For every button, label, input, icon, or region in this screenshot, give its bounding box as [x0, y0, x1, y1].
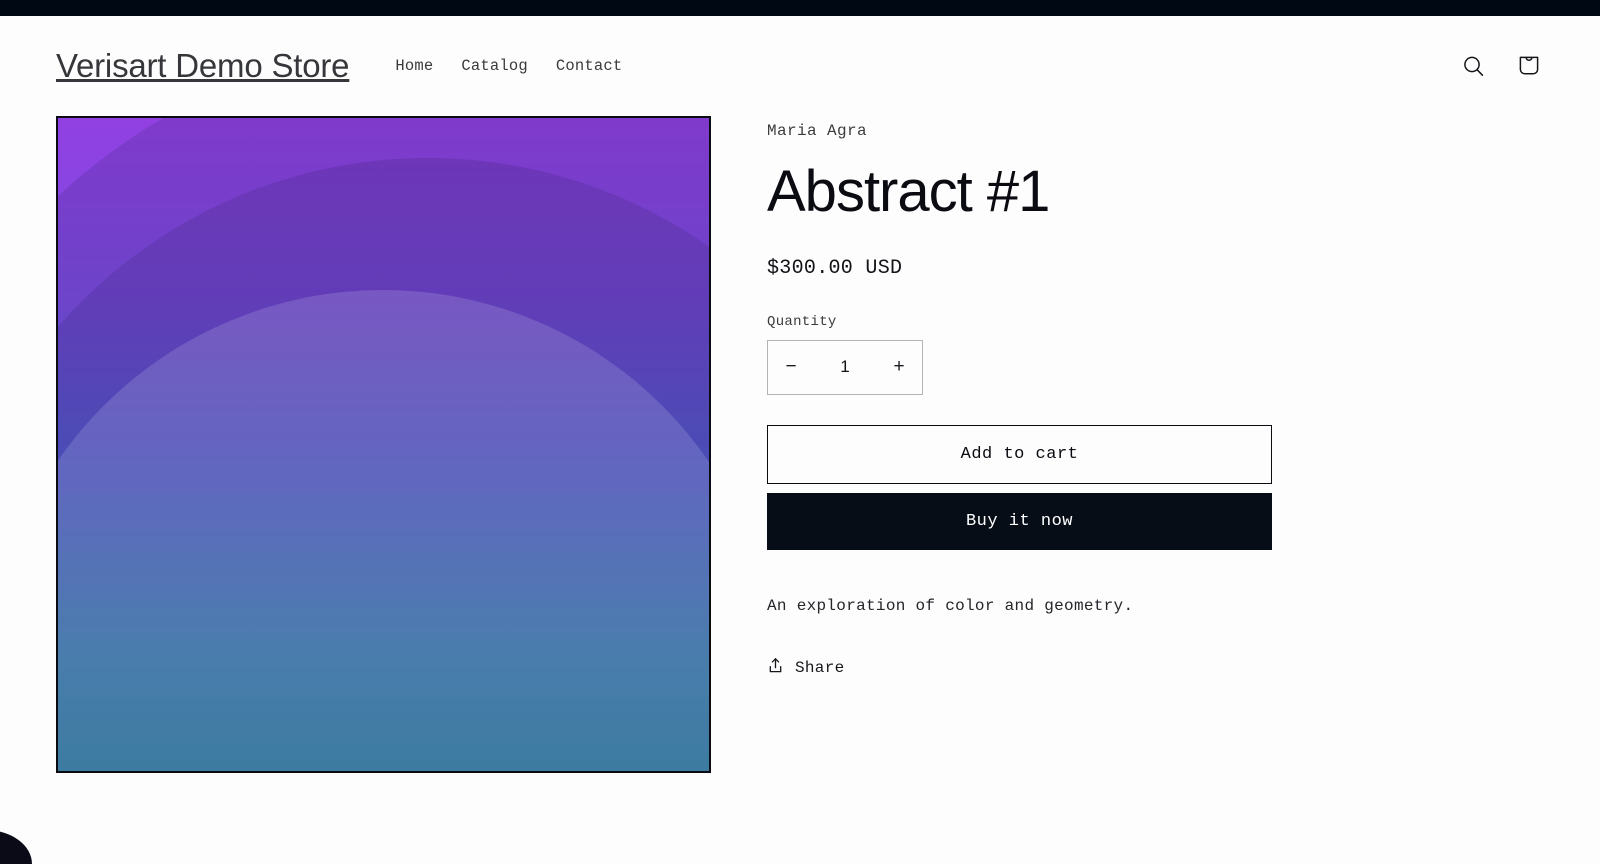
add-to-cart-button[interactable]: Add to cart	[767, 424, 1272, 484]
product-info-column: Maria Agra Abstract #1 $300.00 USD Quant…	[767, 116, 1287, 679]
share-label: Share	[795, 659, 845, 678]
cart-icon[interactable]	[1514, 51, 1544, 81]
artwork-gradient	[58, 118, 709, 771]
nav-link-home[interactable]: Home	[395, 57, 433, 75]
announcement-bar	[0, 0, 1600, 16]
product-vendor: Maria Agra	[767, 122, 868, 140]
buy-it-now-button[interactable]: Buy it now	[767, 492, 1272, 550]
quantity-decrease-button[interactable]: −	[768, 341, 814, 394]
quantity-input[interactable]	[814, 340, 876, 394]
quantity-increase-button[interactable]: +	[876, 341, 922, 394]
search-icon[interactable]	[1458, 51, 1488, 81]
nav-link-catalog[interactable]: Catalog	[461, 57, 528, 75]
quantity-stepper[interactable]: − +	[767, 339, 923, 395]
site-header: Verisart Demo Store Home Catalog Contact	[0, 16, 1600, 116]
product-title: Abstract #1	[767, 159, 1050, 224]
product-page: Maria Agra Abstract #1 $300.00 USD Quant…	[0, 116, 1600, 773]
product-image[interactable]	[56, 116, 711, 773]
nav-link-contact[interactable]: Contact	[556, 57, 623, 75]
product-price: $300.00 USD	[767, 256, 903, 280]
share-icon	[767, 657, 784, 679]
corner-artifact	[0, 830, 32, 864]
product-description: An exploration of color and geometry.	[767, 596, 1134, 615]
main-nav: Home Catalog Contact	[395, 57, 622, 75]
quantity-label: Quantity	[767, 313, 837, 330]
share-button[interactable]: Share	[767, 657, 845, 679]
store-title[interactable]: Verisart Demo Store	[56, 47, 350, 85]
header-actions	[1458, 51, 1544, 81]
product-media-column	[56, 116, 711, 773]
